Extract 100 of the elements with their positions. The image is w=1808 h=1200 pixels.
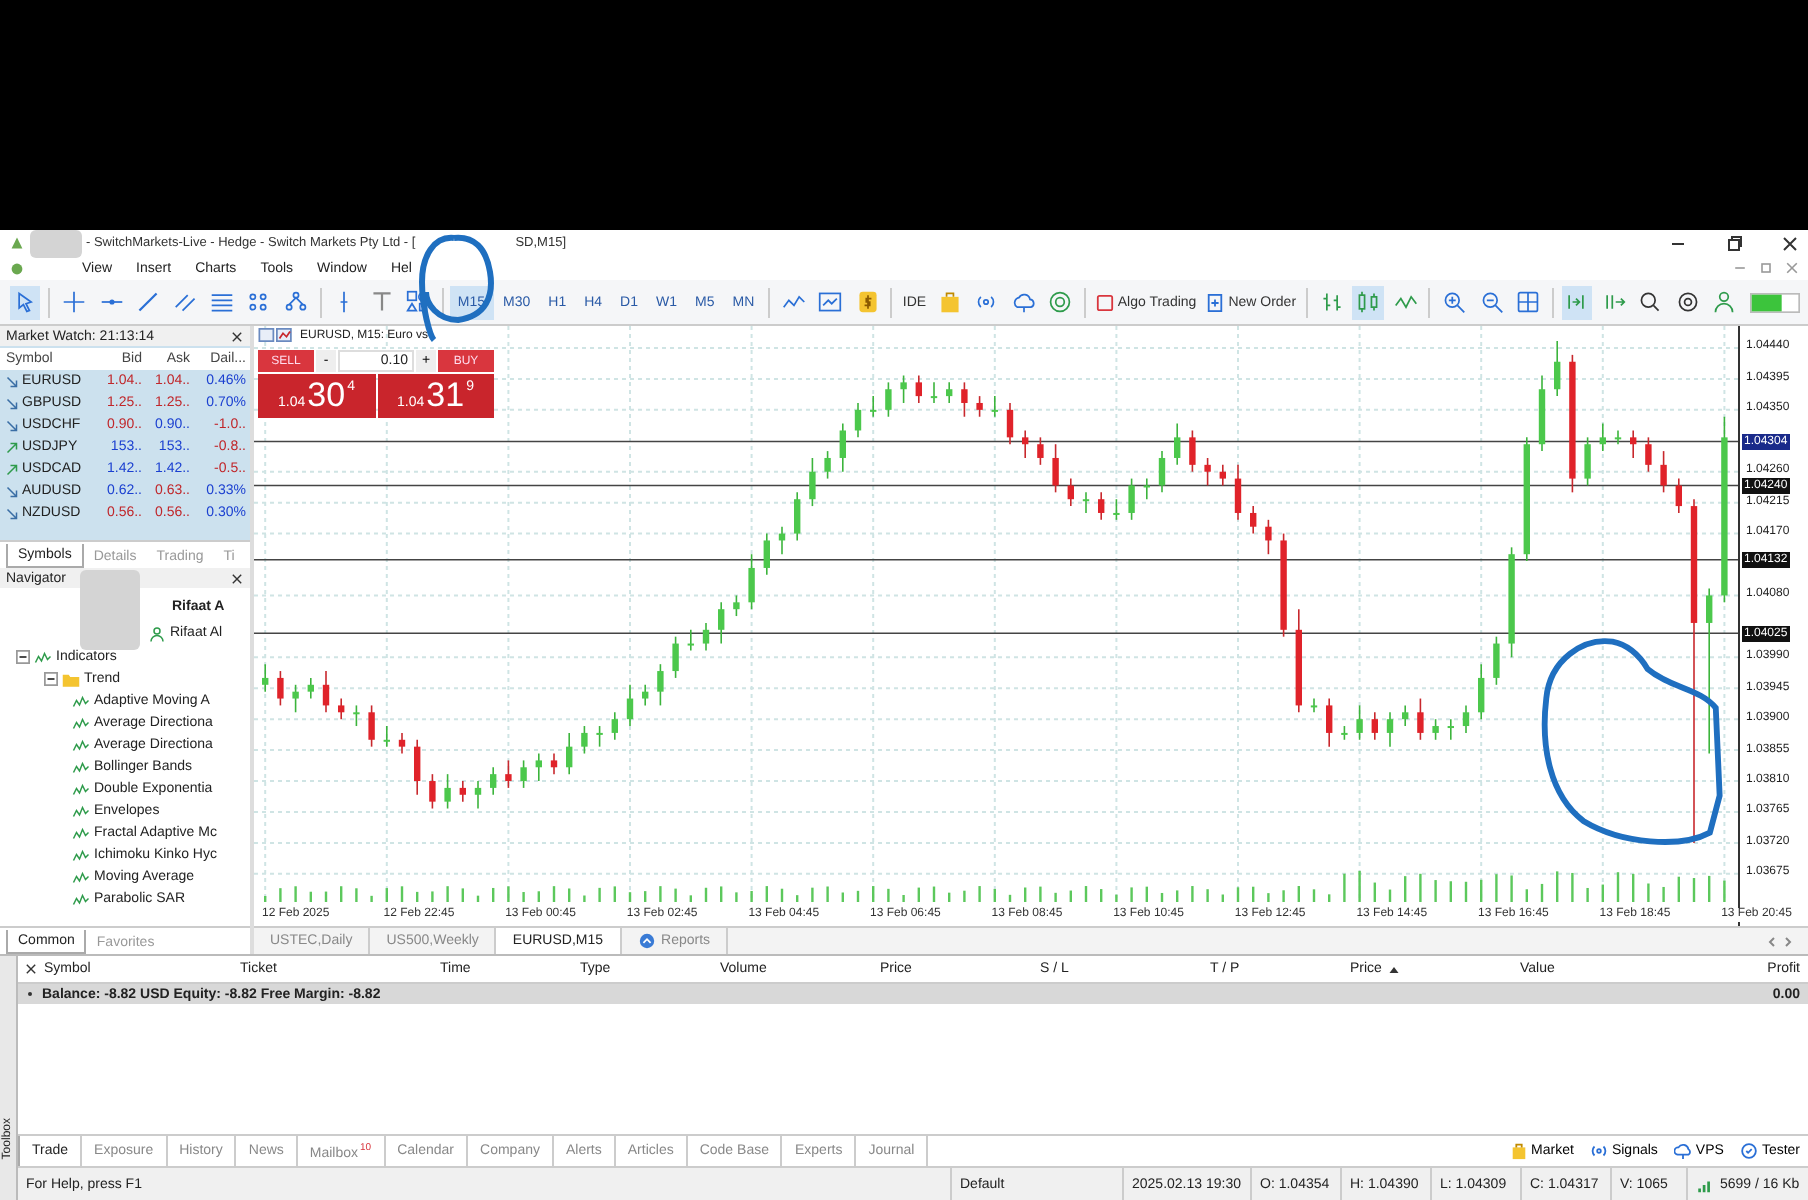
candlestick (1630, 429, 1637, 459)
candlestick (870, 395, 877, 418)
signal-bars-icon (1696, 1175, 1714, 1193)
candlestick (854, 402, 862, 439)
close-icon[interactable] (230, 329, 244, 343)
connection-bar-icon (1749, 291, 1800, 313)
candlestick (1554, 340, 1561, 397)
candlestick (1158, 450, 1166, 494)
candlestick-icon[interactable] (1352, 285, 1384, 319)
candlestick (1265, 519, 1272, 555)
candlestick (398, 732, 406, 755)
candlestick (1402, 704, 1409, 727)
close-icon[interactable] (1780, 233, 1800, 253)
square-icon (1095, 293, 1114, 311)
candlestick (1098, 491, 1105, 521)
candlestick (444, 773, 451, 810)
candlestick (657, 663, 664, 707)
candlestick (1113, 498, 1120, 521)
candlestick (566, 732, 573, 775)
scroll-arrows-icon[interactable] (1764, 933, 1796, 949)
candlestick (1022, 429, 1029, 459)
candlestick (672, 635, 679, 679)
chart-window-icon (258, 328, 294, 342)
candlestick (1675, 477, 1682, 514)
broadcast-icon (1589, 1142, 1608, 1160)
candlestick (1386, 711, 1394, 748)
candlestick (1037, 436, 1044, 466)
candlestick (1052, 443, 1059, 494)
candlestick (1189, 429, 1196, 473)
cloud-icon (1673, 1142, 1692, 1160)
candlestick (474, 780, 482, 810)
restore-icon[interactable] (1724, 233, 1744, 253)
bullet-icon (26, 990, 34, 998)
candlestick (611, 711, 618, 741)
check-circle-icon (1739, 1142, 1758, 1160)
bag-icon (1509, 1142, 1528, 1160)
candlestick (490, 766, 497, 796)
candlestick (520, 759, 527, 789)
candlestick (535, 752, 542, 782)
candlestick (550, 752, 558, 775)
candlestick (429, 773, 436, 810)
candlestick (1067, 477, 1074, 507)
candlestick (1645, 436, 1652, 473)
document-plus-icon (1206, 293, 1225, 311)
app-icon (8, 234, 26, 252)
close-icon[interactable] (24, 962, 38, 976)
candlestick (1006, 402, 1014, 446)
candlestick (991, 395, 998, 418)
candlestick (885, 381, 892, 418)
candlestick (794, 491, 801, 542)
candlestick (626, 684, 634, 727)
folder-icon (62, 671, 80, 687)
candlestick (292, 684, 299, 714)
autoscroll-icon[interactable] (1561, 285, 1593, 319)
candlestick (1706, 587, 1713, 755)
candlestick (1614, 429, 1622, 446)
candlestick (809, 457, 816, 507)
candlestick (368, 704, 375, 748)
candlestick (1143, 477, 1150, 501)
candlestick (718, 601, 725, 645)
candlestick (1174, 422, 1181, 466)
person-icon (148, 625, 166, 641)
candlestick (1219, 464, 1226, 487)
cursor-icon[interactable] (10, 285, 41, 319)
collapse-icon[interactable] (16, 650, 30, 664)
blurred-patch (30, 229, 82, 257)
indicator-icon (34, 649, 52, 665)
candlestick (839, 422, 846, 473)
candlestick (1356, 704, 1363, 741)
candlestick (915, 374, 922, 404)
candlestick (946, 381, 953, 404)
candlestick (581, 725, 588, 755)
candlestick (1417, 697, 1424, 741)
collapse-icon[interactable] (44, 672, 58, 686)
candlestick (1447, 718, 1454, 741)
candlestick (1462, 704, 1470, 734)
candlestick (277, 670, 284, 707)
candlestick (1128, 477, 1135, 521)
candlestick (414, 738, 421, 796)
candlestick (642, 684, 649, 707)
candlestick (702, 622, 710, 652)
candlestick (824, 450, 831, 480)
candlestick (1660, 450, 1667, 494)
candlestick (1371, 711, 1378, 741)
candlestick (930, 381, 938, 404)
close-icon[interactable] (230, 571, 244, 585)
menu-app-icon (8, 259, 26, 277)
candlestick (307, 677, 314, 700)
candlestick (338, 697, 345, 720)
candlestick (262, 663, 269, 693)
candlestick (733, 594, 740, 617)
candlestick (1584, 436, 1591, 487)
candlestick (1250, 505, 1257, 535)
candlestick (748, 553, 755, 610)
candlestick (1204, 457, 1211, 487)
candlestick (1493, 635, 1500, 686)
candlestick (322, 670, 330, 714)
candlestick (459, 780, 466, 803)
candlestick (353, 704, 360, 727)
candlestick (1326, 697, 1333, 748)
